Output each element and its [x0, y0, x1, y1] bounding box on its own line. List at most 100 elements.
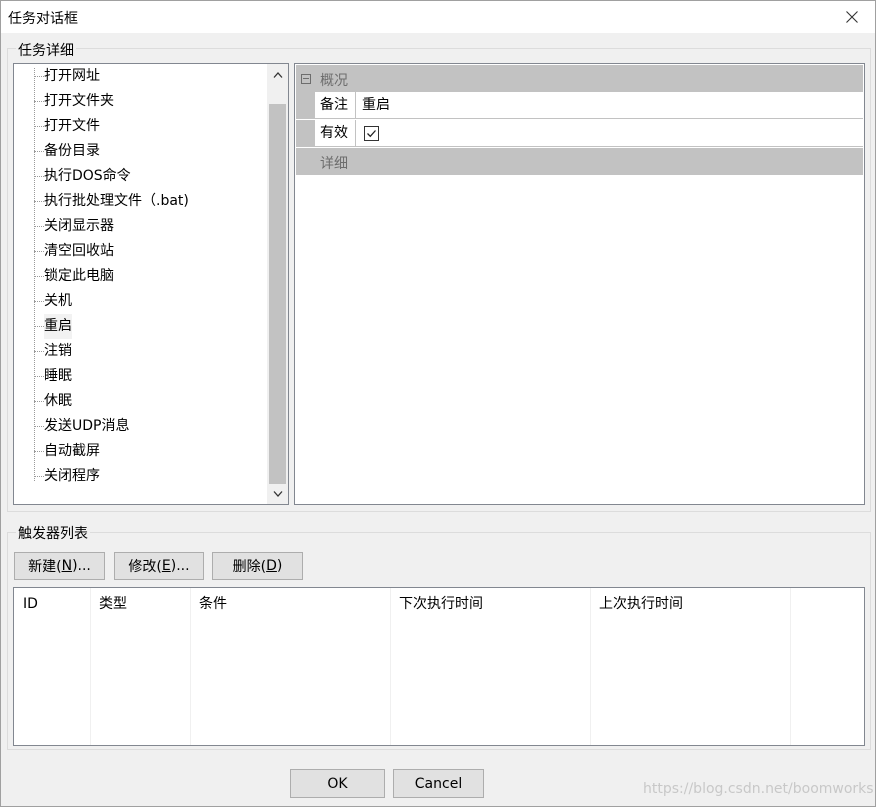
- new-button-key: N: [61, 558, 73, 574]
- property-gutter: [296, 92, 315, 119]
- tree-item[interactable]: 打开网址: [14, 64, 266, 89]
- tree-item-label: 执行批处理文件（.bat): [44, 193, 189, 209]
- edit-button-key: E: [161, 558, 171, 574]
- tree-connector: [34, 151, 44, 152]
- property-note-value[interactable]: 重启: [356, 92, 863, 119]
- tree-item-label: 打开网址: [44, 68, 100, 84]
- tree-connector: [34, 176, 44, 177]
- collapse-icon[interactable]: [301, 74, 311, 84]
- tree-item-label: 打开文件夹: [44, 93, 114, 109]
- category-overview[interactable]: 概况: [296, 65, 863, 92]
- task-details-label: 任务详细: [16, 40, 76, 60]
- task-dialog: 任务对话框 任务详细 打开网址打开文件夹打开文件备份目录执行DOS命令执行批处理…: [0, 0, 876, 807]
- window-title: 任务对话框: [8, 11, 78, 27]
- scroll-up-button[interactable]: [267, 64, 288, 85]
- property-gutter: [296, 120, 315, 147]
- tree-item[interactable]: 打开文件: [14, 114, 266, 139]
- tree-connector: [34, 401, 44, 402]
- column-header-condition[interactable]: 条件: [190, 588, 390, 618]
- new-trigger-button[interactable]: 新建(N)...: [14, 552, 105, 580]
- tree-item-label: 休眠: [44, 393, 72, 409]
- tree-item[interactable]: 锁定此电脑: [14, 264, 266, 289]
- close-button[interactable]: [829, 1, 875, 33]
- trigger-table[interactable]: ID 类型 条件 下次执行时间 上次执行时间: [13, 587, 865, 746]
- property-enabled-label: 有效: [315, 120, 356, 147]
- tree-item[interactable]: 执行批处理文件（.bat): [14, 189, 266, 214]
- tree-item[interactable]: 重启: [14, 314, 266, 339]
- tree-item[interactable]: 发送UDP消息: [14, 414, 266, 439]
- delete-button-key: D: [266, 558, 277, 574]
- action-tree[interactable]: 打开网址打开文件夹打开文件备份目录执行DOS命令执行批处理文件（.bat) 关闭显…: [13, 63, 289, 505]
- edit-button-suffix: )...: [170, 558, 190, 574]
- tree-item-label: 重启: [44, 314, 72, 339]
- new-button-text: 新建(: [28, 559, 62, 575]
- tree-item-label: 清空回收站: [44, 243, 114, 259]
- property-grid: 概况 备注 重启 有效 详细: [294, 63, 865, 505]
- tree-connector: [34, 376, 44, 377]
- tree-connector: [34, 76, 44, 77]
- tree-item[interactable]: 注销: [14, 339, 266, 364]
- tree-item[interactable]: 打开文件夹: [14, 89, 266, 114]
- cancel-button[interactable]: Cancel: [393, 769, 484, 798]
- property-enabled[interactable]: 有效: [296, 120, 863, 147]
- tree-item-label: 睡眠: [44, 368, 72, 384]
- ok-button[interactable]: OK: [290, 769, 385, 798]
- enabled-checkbox[interactable]: [364, 126, 379, 141]
- column-header-type[interactable]: 类型: [90, 588, 190, 618]
- category-detail-label: 详细: [320, 156, 348, 172]
- property-note-label: 备注: [315, 92, 356, 119]
- tree-connector: [34, 251, 44, 252]
- tree-connector: [34, 476, 44, 477]
- tree-item[interactable]: 关机: [14, 289, 266, 314]
- tree-item-label: 自动截屏: [44, 443, 100, 459]
- tree-item-label: 锁定此电脑: [44, 268, 114, 284]
- column-header-next-run[interactable]: 下次执行时间: [390, 588, 590, 618]
- column-header-last-run[interactable]: 上次执行时间: [590, 588, 790, 618]
- tree-item[interactable]: 执行DOS命令: [14, 164, 266, 189]
- chevron-down-icon: [273, 490, 282, 497]
- watermark-text: https://blog.csdn.net/boomworks: [643, 781, 874, 797]
- tree-connector: [34, 451, 44, 452]
- scroll-thumb[interactable]: [269, 104, 286, 484]
- tree-item-label: 发送UDP消息: [44, 418, 130, 434]
- checkmark-icon: [367, 130, 376, 138]
- property-enabled-value[interactable]: [356, 120, 863, 147]
- tree-item[interactable]: 睡眠: [14, 364, 266, 389]
- delete-button-text: 删除(: [232, 559, 267, 575]
- tree-item[interactable]: 清空回收站: [14, 239, 266, 264]
- tree-item[interactable]: 备份目录: [14, 139, 266, 164]
- tree-connector: [34, 426, 44, 427]
- category-overview-label: 概况: [320, 73, 348, 89]
- tree-connector: [34, 226, 44, 227]
- tree-item-label: 关闭显示器: [44, 218, 114, 234]
- tree-connector: [34, 351, 44, 352]
- edit-trigger-button[interactable]: 修改(E)...: [114, 552, 204, 580]
- tree-item-label: 备份目录: [44, 143, 100, 159]
- tree-connector: [34, 101, 44, 102]
- tree-item-label: 执行DOS命令: [44, 168, 131, 184]
- tree-scrollbar[interactable]: [267, 64, 288, 504]
- tree-item-label: 关机: [44, 293, 72, 309]
- column-header-id[interactable]: ID: [14, 588, 90, 618]
- category-detail[interactable]: 详细: [296, 148, 863, 175]
- tree-connector: [34, 326, 44, 327]
- triggers-label: 触发器列表: [16, 523, 90, 543]
- title-bar: 任务对话框: [1, 1, 875, 33]
- edit-button-text: 修改(: [128, 559, 162, 575]
- scroll-down-button[interactable]: [267, 483, 288, 504]
- tree-item-label: 注销: [44, 343, 72, 359]
- column-divider: [790, 588, 791, 745]
- tree-item[interactable]: 休眠: [14, 389, 266, 414]
- chevron-up-icon: [273, 71, 282, 78]
- delete-button-suffix: ): [276, 558, 283, 574]
- tree-connector: [34, 276, 44, 277]
- delete-trigger-button[interactable]: 删除(D): [212, 552, 303, 580]
- tree-item[interactable]: 自动截屏: [14, 439, 266, 464]
- tree-item[interactable]: 关闭显示器: [14, 214, 266, 239]
- property-note[interactable]: 备注 重启: [296, 92, 863, 119]
- tree-item-label: 打开文件: [44, 118, 100, 134]
- tree-connector: [34, 126, 44, 127]
- tree-connector: [34, 301, 44, 302]
- tree-connector: [34, 201, 44, 202]
- tree-item[interactable]: 关闭程序: [14, 464, 266, 489]
